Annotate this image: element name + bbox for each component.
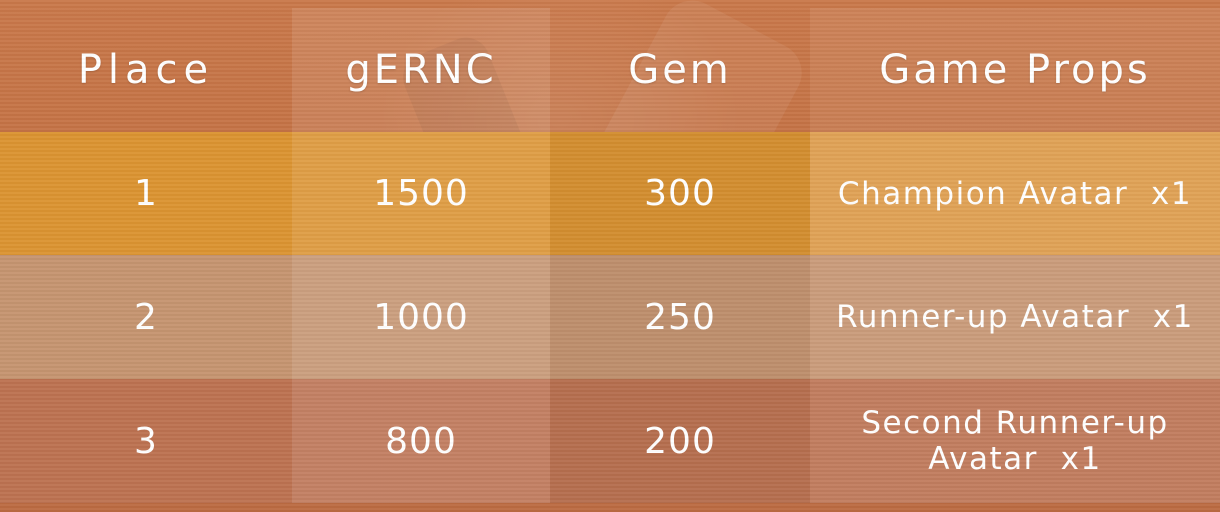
gernc-cell: 800 bbox=[292, 379, 550, 503]
table-row: 1 1500 300 Champion Avatar x1 bbox=[0, 132, 1220, 255]
gernc-cell: 1500 bbox=[292, 132, 550, 255]
gernc-cell: 1000 bbox=[292, 255, 550, 379]
place-cell: 2 bbox=[0, 255, 292, 379]
header-place: Place bbox=[77, 47, 215, 93]
header-game-props: Game Props bbox=[810, 8, 1220, 132]
gem-cell: 250 bbox=[550, 255, 810, 379]
header-gernc: gERNC bbox=[292, 8, 550, 132]
game-props-cell: Second Runner-up Avatar x1 bbox=[810, 379, 1220, 503]
reward-panel: Place gERNC Gem Game Props 1 1500 300 Ch… bbox=[0, 0, 1220, 512]
table-row: 3 800 200 Second Runner-up Avatar x1 bbox=[0, 379, 1220, 503]
place-cell: 1 bbox=[0, 132, 292, 255]
table-header-row: Place gERNC Gem Game Props bbox=[0, 8, 1220, 132]
header-gem: Gem bbox=[628, 47, 732, 93]
gem-cell: 300 bbox=[550, 132, 810, 255]
table-row: 2 1000 250 Runner-up Avatar x1 bbox=[0, 255, 1220, 379]
place-cell: 3 bbox=[0, 379, 292, 503]
gem-cell: 200 bbox=[550, 379, 810, 503]
game-props-cell: Champion Avatar x1 bbox=[810, 132, 1220, 255]
game-props-cell: Runner-up Avatar x1 bbox=[810, 255, 1220, 379]
reward-table: Place gERNC Gem Game Props 1 1500 300 Ch… bbox=[0, 8, 1220, 503]
